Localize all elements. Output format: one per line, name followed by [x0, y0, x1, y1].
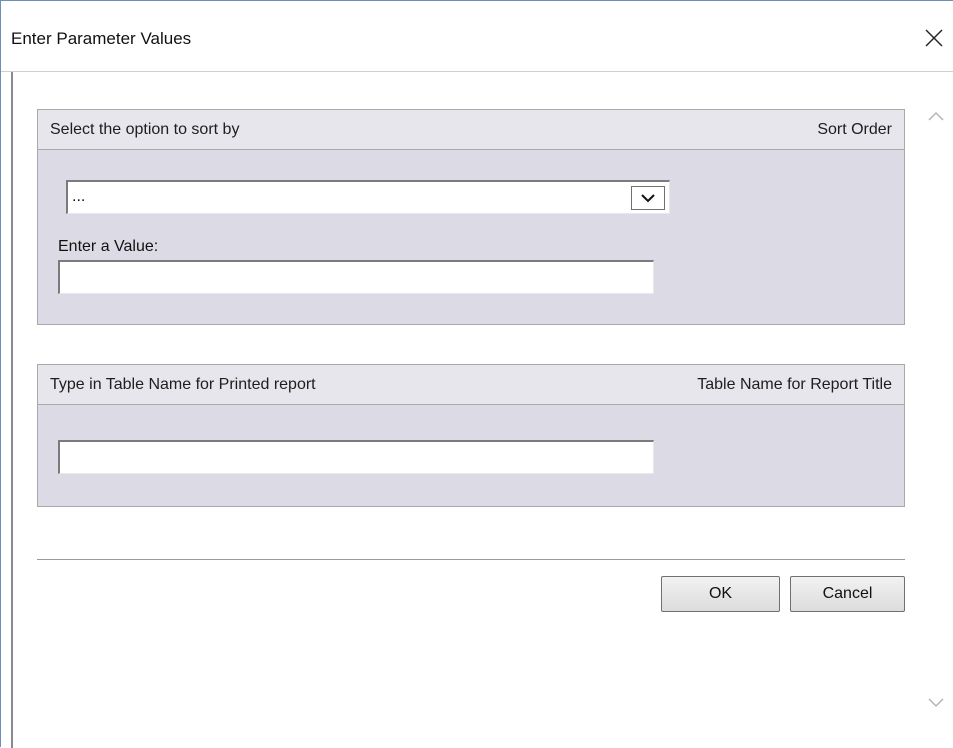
footer-separator — [37, 559, 905, 560]
table-name-parameter-panel: Type in Table Name for Printed report Ta… — [37, 364, 905, 507]
sort-parameter-panel: Select the option to sort by Sort Order … — [37, 109, 905, 325]
close-button[interactable] — [917, 21, 951, 55]
dialog-window: Enter Parameter Values Select the option… — [0, 0, 953, 748]
chevron-down-icon — [641, 194, 655, 203]
sort-prompt-label: Select the option to sort by — [50, 120, 240, 138]
sort-order-label: Sort Order — [817, 120, 892, 138]
title-bar: Enter Parameter Values — [1, 1, 953, 71]
dropdown-arrow-button[interactable] — [631, 186, 665, 210]
table-panel-header: Type in Table Name for Printed report Ta… — [38, 365, 904, 405]
cancel-button[interactable]: Cancel — [790, 576, 905, 612]
value-input[interactable] — [58, 260, 654, 294]
enter-value-label: Enter a Value: — [58, 238, 159, 255]
scroll-up-button[interactable] — [921, 101, 951, 131]
table-prompt-label: Type in Table Name for Printed report — [50, 375, 316, 393]
chevron-up-icon — [928, 111, 944, 121]
ok-button[interactable]: OK — [661, 576, 780, 612]
report-title-label: Table Name for Report Title — [697, 375, 892, 393]
scroll-down-button[interactable] — [921, 688, 951, 718]
table-name-input[interactable] — [58, 440, 654, 474]
sort-option-dropdown[interactable]: ... — [66, 180, 670, 214]
dialog-title: Enter Parameter Values — [11, 29, 192, 48]
close-icon — [925, 29, 943, 47]
sort-panel-header: Select the option to sort by Sort Order — [38, 110, 904, 150]
dialog-content: Select the option to sort by Sort Order … — [11, 72, 918, 748]
dropdown-selected-value: ... — [72, 188, 86, 205]
chevron-down-icon — [928, 698, 944, 708]
